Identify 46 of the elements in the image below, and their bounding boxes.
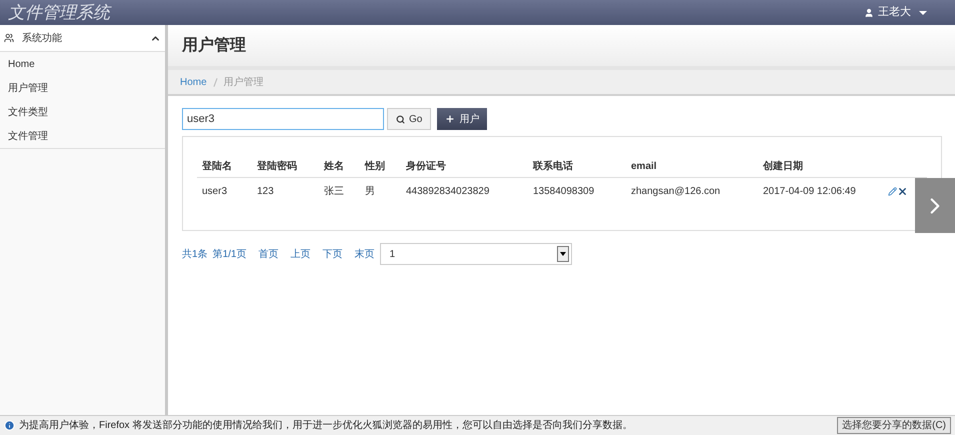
users-icon: [4, 33, 14, 43]
notification-message: 为提高用户体验，Firefox 将发送部分功能的使用情况给我们，用于进一步优化火狐浏览器的易用性，您可以自由选择是否向我们分享数据。: [19, 418, 632, 433]
add-user-button[interactable]: 用户: [437, 108, 488, 130]
column-header: 身份证号: [405, 160, 447, 174]
go-button[interactable]: Go: [387, 108, 432, 130]
column-header: 登陆密码: [256, 160, 298, 174]
info-icon: [4, 420, 15, 431]
column-header: 创建日期: [762, 160, 804, 174]
column-header: 联系电话: [532, 160, 574, 174]
plus-icon: [445, 114, 456, 124]
sidebar-item[interactable]: 文件管理: [0, 124, 165, 148]
pagination-link[interactable]: 末页: [354, 246, 374, 262]
app-title: 文件管理系统: [8, 2, 110, 24]
table-cell-text: 123: [256, 184, 275, 198]
edit-icon[interactable]: [888, 186, 897, 196]
share-data-button[interactable]: 选择您要分享的数据(C): [837, 417, 951, 434]
search-field[interactable]: user3: [182, 108, 384, 130]
user-icon: [864, 8, 874, 18]
sidebar-item[interactable]: Home: [0, 52, 165, 76]
pagination-link[interactable]: 下页: [322, 246, 342, 262]
column-header: 性别: [364, 160, 386, 174]
table-cell-text: 男: [364, 184, 376, 198]
column-header: 登陆名: [200, 160, 233, 174]
page-info: 第1/1页: [212, 248, 246, 262]
page-title: 用户管理: [182, 35, 246, 56]
table-cell-text: 13584098309: [532, 184, 596, 198]
table-cell-text: user3: [201, 184, 228, 198]
sidebar-item[interactable]: 文件类型: [0, 100, 165, 124]
total-count: 共1条: [182, 248, 208, 262]
column-header: email: [630, 160, 658, 174]
user-menu[interactable]: 王老大: [864, 4, 927, 21]
sidebar-section-header[interactable]: 系统功能: [0, 25, 165, 52]
delete-icon[interactable]: [897, 186, 908, 196]
table-cell-text: zhangsan@126.con: [630, 184, 722, 198]
breadcrumb-link[interactable]: Home: [180, 74, 207, 90]
pagination-link[interactable]: 上页: [290, 246, 310, 262]
sidebar-item[interactable]: 用户管理: [0, 76, 165, 100]
breadcrumb-current: 用户管理: [224, 76, 264, 90]
caret-icon: [919, 10, 927, 14]
page-select[interactable]: 1: [380, 243, 572, 265]
table-cell-text: 2017-04-09 12:06:49: [762, 184, 857, 198]
pagination-link[interactable]: 首页: [258, 246, 278, 262]
search-icon: [396, 114, 405, 124]
column-header: 姓名: [322, 160, 345, 174]
table-cell-text: 443892834023829: [405, 184, 490, 198]
table-cell-text: 张三: [323, 184, 345, 198]
